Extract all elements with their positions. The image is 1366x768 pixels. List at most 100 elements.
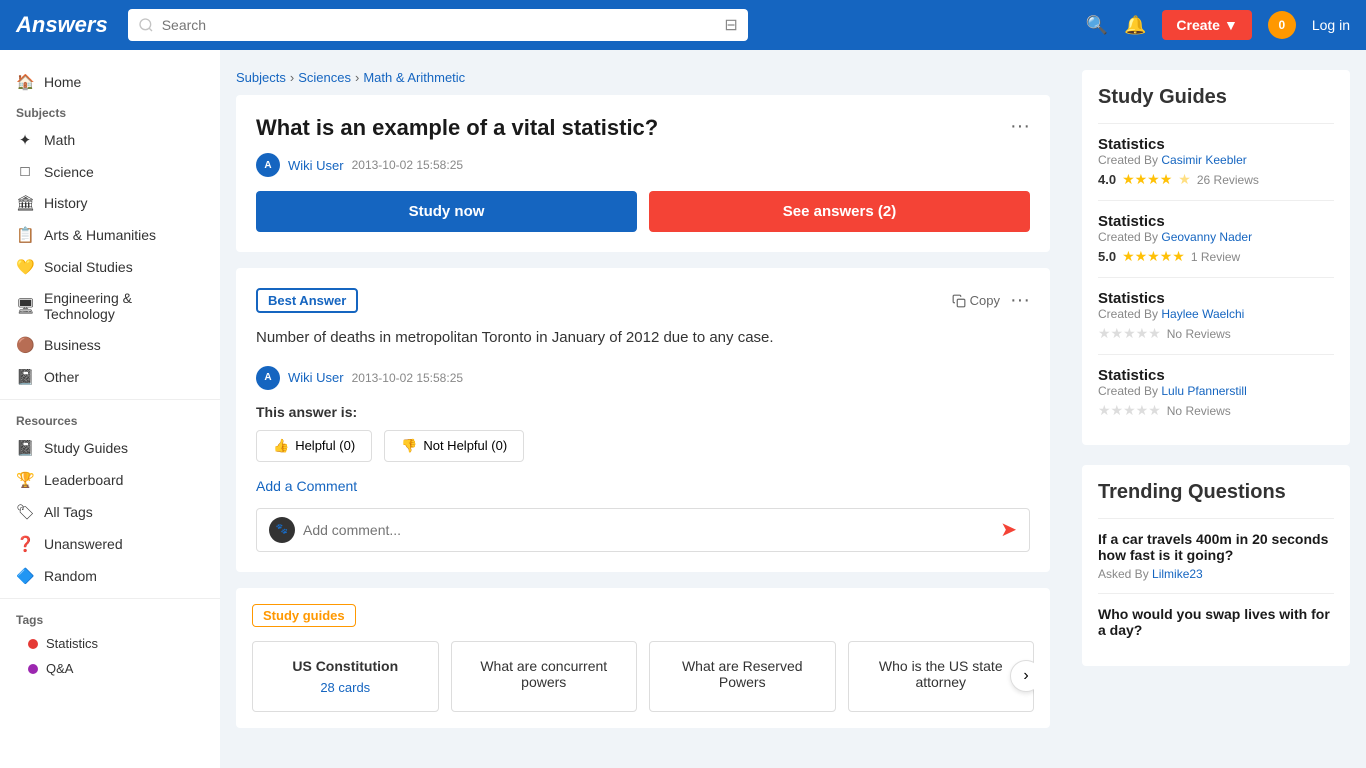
- divider-sg-3: [1098, 354, 1334, 355]
- sg-entry-3-stars: ★★★★★ No Reviews: [1098, 402, 1334, 419]
- divider-sg-0: [1098, 123, 1334, 124]
- sg-entry-1-creator-name[interactable]: Geovanny Nader: [1161, 230, 1252, 244]
- not-helpful-button[interactable]: 👎 Not Helpful (0): [384, 430, 524, 462]
- filter-icon[interactable]: ⊟: [724, 15, 737, 35]
- sg-entry-2-title: Statistics: [1098, 290, 1334, 307]
- add-comment-link[interactable]: Add a Comment: [256, 478, 1030, 494]
- sg-next-button[interactable]: ›: [1010, 660, 1034, 692]
- this-answer-label: This answer is:: [256, 404, 1030, 420]
- sidebar-item-other[interactable]: 📓 Other: [0, 361, 220, 393]
- tag-qa[interactable]: Q&A: [0, 656, 220, 681]
- divider-sg-2: [1098, 277, 1334, 278]
- sidebar-item-social[interactable]: 💛 Social Studies: [0, 251, 220, 283]
- divider: [0, 399, 220, 400]
- sg-card-1-title: What are concurrent powers: [468, 658, 621, 690]
- search-icon-header[interactable]: 🔍: [1086, 15, 1108, 36]
- study-guides-section: Study guides US Constitution 28 cards Wh…: [236, 588, 1050, 728]
- study-guides-panel-title: Study Guides: [1098, 86, 1334, 109]
- commenter-avatar: 🐾: [269, 517, 295, 543]
- math-icon: ✦: [16, 131, 34, 149]
- helpful-button[interactable]: 👍 Helpful (0): [256, 430, 372, 462]
- sidebar-item-home[interactable]: 🏠 Home: [0, 66, 220, 98]
- copy-button[interactable]: Copy: [952, 293, 1000, 308]
- study-now-button[interactable]: Study now: [256, 191, 637, 232]
- breadcrumb-sciences[interactable]: Sciences: [298, 70, 351, 85]
- stars-filled-0: ★★★★: [1122, 171, 1172, 188]
- notification-icon[interactable]: 🔔: [1124, 15, 1146, 36]
- breadcrumb-subjects[interactable]: Subjects: [236, 70, 286, 85]
- sg-card-2[interactable]: What are Reserved Powers: [649, 641, 836, 712]
- question-meta: A Wiki User 2013-10-02 15:58:25: [256, 153, 1030, 177]
- subjects-label: Subjects: [0, 98, 220, 124]
- sidebar-item-unanswered[interactable]: ❓ Unanswered: [0, 528, 220, 560]
- create-button[interactable]: Create ▼: [1162, 10, 1251, 40]
- login-button[interactable]: Log in: [1312, 17, 1350, 33]
- trending-item-1: Who would you swap lives with for a day?: [1098, 606, 1334, 638]
- sg-entry-2-stars: ★★★★★ No Reviews: [1098, 325, 1334, 342]
- answer-card: Best Answer Copy ··· Number of deaths in…: [236, 268, 1050, 572]
- sidebar-item-science[interactable]: □ Science: [0, 156, 220, 187]
- answer-more-options[interactable]: ···: [1010, 289, 1030, 312]
- answer-actions: Copy ···: [952, 289, 1030, 312]
- tag-statistics[interactable]: Statistics: [0, 631, 220, 656]
- sidebar-item-all-tags[interactable]: 🏷 All Tags: [0, 496, 220, 528]
- sidebar-item-history[interactable]: 🏛 History: [0, 187, 220, 219]
- see-answers-button[interactable]: See answers (2): [649, 191, 1030, 232]
- breadcrumb: Subjects › Sciences › Math & Arithmetic: [236, 70, 1050, 85]
- sg-card-2-title: What are Reserved Powers: [666, 658, 819, 690]
- sidebar-item-random[interactable]: 🔷 Random: [0, 560, 220, 592]
- study-guides-panel: Study Guides Statistics Created By Casim…: [1082, 70, 1350, 445]
- thumbs-down-icon: 👎: [401, 438, 417, 454]
- send-comment-button[interactable]: ➤: [1000, 517, 1017, 542]
- question-author[interactable]: Wiki User: [288, 158, 344, 173]
- answer-text: Number of deaths in metropolitan Toronto…: [256, 327, 1030, 350]
- trending-item-0: If a car travels 400m in 20 seconds how …: [1098, 531, 1334, 581]
- main-content: Subjects › Sciences › Math & Arithmetic …: [220, 50, 1066, 768]
- other-icon: 📓: [16, 368, 34, 386]
- right-panel: Study Guides Statistics Created By Casim…: [1066, 50, 1366, 768]
- sg-entry-0-creator-name[interactable]: Casimir Keebler: [1161, 153, 1246, 167]
- answer-author[interactable]: Wiki User: [288, 370, 344, 385]
- sg-card-3[interactable]: Who is the US state attorney: [848, 641, 1035, 712]
- science-icon: □: [16, 163, 34, 180]
- sg-entry-1: Statistics Created By Geovanny Nader 5.0…: [1098, 213, 1334, 265]
- sg-card-1[interactable]: What are concurrent powers: [451, 641, 638, 712]
- sg-card-0-sub: 28 cards: [269, 680, 422, 695]
- trending-divider-0: [1098, 518, 1334, 519]
- sidebar-item-leaderboard[interactable]: 🏆 Leaderboard: [0, 464, 220, 496]
- sg-entry-1-title: Statistics: [1098, 213, 1334, 230]
- search-input[interactable]: [162, 17, 717, 33]
- study-guides-icon: 📓: [16, 439, 34, 457]
- sidebar-item-business[interactable]: 🟤 Business: [0, 329, 220, 361]
- sidebar-item-engineering[interactable]: 🖥 Engineering & Technology: [0, 283, 220, 329]
- trending-q-1[interactable]: Who would you swap lives with for a day?: [1098, 606, 1334, 638]
- trending-q-0[interactable]: If a car travels 400m in 20 seconds how …: [1098, 531, 1334, 563]
- sg-entry-2-creator-name[interactable]: Haylee Waelchi: [1161, 307, 1244, 321]
- sg-entry-3-title: Statistics: [1098, 367, 1334, 384]
- resources-label: Resources: [0, 406, 220, 432]
- arts-icon: 📋: [16, 226, 34, 244]
- study-guides-section-label: Study guides: [252, 604, 356, 627]
- sidebar-item-math[interactable]: ✦ Math: [0, 124, 220, 156]
- header-right: 🔍 🔔 Create ▼ 0 Log in: [1086, 10, 1350, 40]
- breadcrumb-math[interactable]: Math & Arithmetic: [363, 70, 465, 85]
- sg-entry-3-creator-name[interactable]: Lulu Pfannerstill: [1161, 384, 1246, 398]
- sidebar-item-study-guides[interactable]: 📓 Study Guides: [0, 432, 220, 464]
- question-author-avatar: A: [256, 153, 280, 177]
- sg-entry-0: Statistics Created By Casimir Keebler 4.…: [1098, 136, 1334, 188]
- sidebar-item-arts[interactable]: 📋 Arts & Humanities: [0, 219, 220, 251]
- sg-card-0-title: US Constitution: [269, 658, 422, 674]
- sidebar: 🏠 Home Subjects ✦ Math □ Science 🏛 Histo…: [0, 50, 220, 768]
- tags-label: Tags: [0, 605, 220, 631]
- sg-card-3-title: Who is the US state attorney: [865, 658, 1018, 690]
- sg-card-0[interactable]: US Constitution 28 cards: [252, 641, 439, 712]
- trending-title: Trending Questions: [1098, 481, 1334, 504]
- star-half-0: ★: [1178, 171, 1191, 188]
- question-card: What is an example of a vital statistic?…: [236, 95, 1050, 252]
- study-guides-cards: US Constitution 28 cards What are concur…: [252, 641, 1034, 712]
- more-options-button[interactable]: ···: [1010, 115, 1030, 138]
- avatar: 0: [1268, 11, 1296, 39]
- trending-user-0[interactable]: Lilmike23: [1152, 567, 1203, 581]
- history-icon: 🏛: [16, 194, 34, 212]
- comment-input[interactable]: [303, 522, 992, 538]
